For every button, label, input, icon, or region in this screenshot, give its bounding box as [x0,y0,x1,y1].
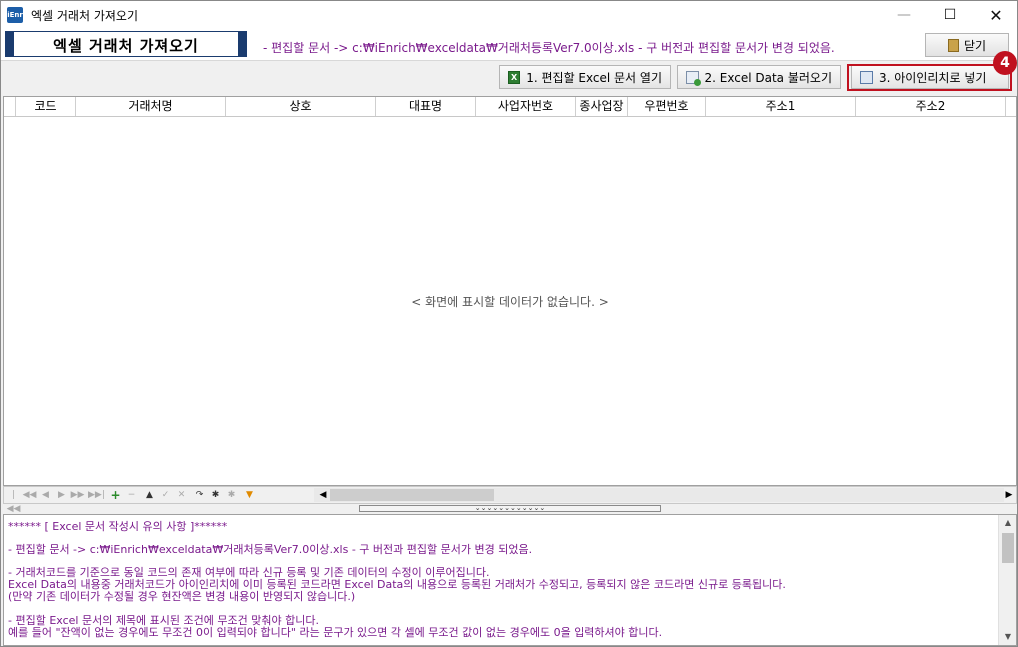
data-grid[interactable]: 코드 거래처명 상호 대표명 사업자번호 종사업장 우편번호 주소1 주소2 <… [3,96,1017,486]
refresh-button[interactable]: ↷ [192,488,207,502]
note-line: - 편집할 문서 -> c:₩iEnrich₩exceldata₩거래처등록Ve… [8,543,533,556]
last-record-button[interactable]: ▶▶| [88,488,105,502]
prev-record-button[interactable]: ◀ [38,488,53,502]
delete-record-button[interactable]: − [124,488,139,502]
load-data-label: 2. Excel Data 불러오기 [704,70,833,85]
scroll-up-icon[interactable]: ▲ [999,515,1016,531]
step-badge: 4 [993,51,1017,75]
column-header[interactable]: 종사업장 [576,97,628,116]
header-strip: 엑셀 거래처 가져오기 - 편집할 문서 -> c:₩iEnrich₩excel… [1,29,1017,61]
note-line: (만약 기존 데이터가 수정될 경우 현잔액은 변경 내용이 반영되지 않습니다… [8,590,356,603]
column-header[interactable]: 대표명 [376,97,476,116]
next-page-button[interactable]: ▶▶ [70,488,85,502]
vertical-scroll-thumb[interactable] [1002,533,1014,563]
title-bar-right-decoration [238,32,246,56]
column-header[interactable]: 코드 [16,97,76,116]
step-highlight-box [847,64,1012,91]
column-header[interactable]: 상호 [226,97,376,116]
maximize-button[interactable]: ☐ [927,1,973,29]
load-excel-data-button[interactable]: 2. Excel Data 불러오기 [677,65,841,89]
scroll-left-button[interactable]: ◀ [316,488,330,502]
page-title: 엑셀 거래처 가져오기 [53,37,199,55]
notes-panel[interactable]: ****** [ Excel 문서 작성시 유의 사항 ]****** - 편집… [3,514,1017,646]
door-icon [947,38,959,52]
page-title-box: 엑셀 거래처 가져오기 [5,31,247,57]
open-excel-label: 1. 편집할 Excel 문서 열기 [526,70,662,85]
load-data-icon [686,70,700,86]
edit-up-button[interactable]: ▲ [142,488,157,502]
note-line: ****** [ Excel 문서 작성시 유의 사항 ]****** [8,520,228,533]
horizontal-scroll-thumb[interactable] [330,489,494,501]
column-header[interactable]: 주소1 [706,97,856,116]
column-header[interactable]: 주소2 [856,97,1006,116]
filter-icon[interactable]: ▼ [242,488,257,502]
window-close-button[interactable]: ✕ [973,1,1018,29]
row-indicator-header [4,97,16,116]
prev-page-button[interactable]: ◀◀ [22,488,37,502]
confirm-edit-button[interactable]: ✓ [158,488,173,502]
next-record-button[interactable]: ▶ [54,488,69,502]
minimize-button[interactable]: — [881,1,927,29]
grid-header: 코드 거래처명 상호 대표명 사업자번호 종사업장 우편번호 주소1 주소2 [4,97,1016,117]
close-button-label: 닫기 [963,38,987,53]
column-header[interactable]: 사업자번호 [476,97,576,116]
excel-icon: X [508,70,521,84]
cancel-edit-button[interactable]: ✕ [174,488,189,502]
app-window: iEnr 엑셀 거래처 가져오기 — ☐ ✕ 엑셀 거래처 가져오기 - 편집할… [0,0,1018,647]
title-bar: iEnr 엑셀 거래처 가져오기 — ☐ ✕ [1,1,1017,29]
goto-bookmark-button[interactable]: ✱ [224,488,239,502]
grid-navigator: |◀◀ ◀◀ ◀ ▶ ▶▶ ▶▶| + − ▲ ✓ ✕ ↷ ✱ ✱ ▼ ◀ ▶ [3,486,1017,514]
column-header[interactable]: 거래처명 [76,97,226,116]
bookmark-button[interactable]: ✱ [208,488,223,502]
document-path-note: - 편집할 문서 -> c:₩iEnrich₩exceldata₩거래처등록Ve… [263,41,835,55]
add-record-button[interactable]: + [108,488,123,502]
app-logo-icon: iEnr [7,7,23,23]
empty-grid-message: < 화면에 표시할 데이터가 없습니다. > [411,295,609,309]
window-title: 엑셀 거래처 가져오기 [31,9,138,23]
column-header[interactable]: 우편번호 [628,97,706,116]
first-record-button[interactable]: |◀◀ [6,488,21,514]
vertical-scrollbar[interactable]: ▲ ▼ [998,515,1016,645]
panel-splitter[interactable]: ⌄⌄⌄⌄⌄⌄⌄⌄⌄⌄⌄⌄ [359,505,661,512]
scroll-right-button[interactable]: ▶ [1002,488,1016,502]
note-line: 예를 들어 "잔액이 없는 경우에도 무조건 0이 입력되야 합니다" 라는 문… [8,626,663,639]
open-excel-button[interactable]: X 1. 편집할 Excel 문서 열기 [499,65,671,89]
scroll-down-icon[interactable]: ▼ [999,629,1016,645]
